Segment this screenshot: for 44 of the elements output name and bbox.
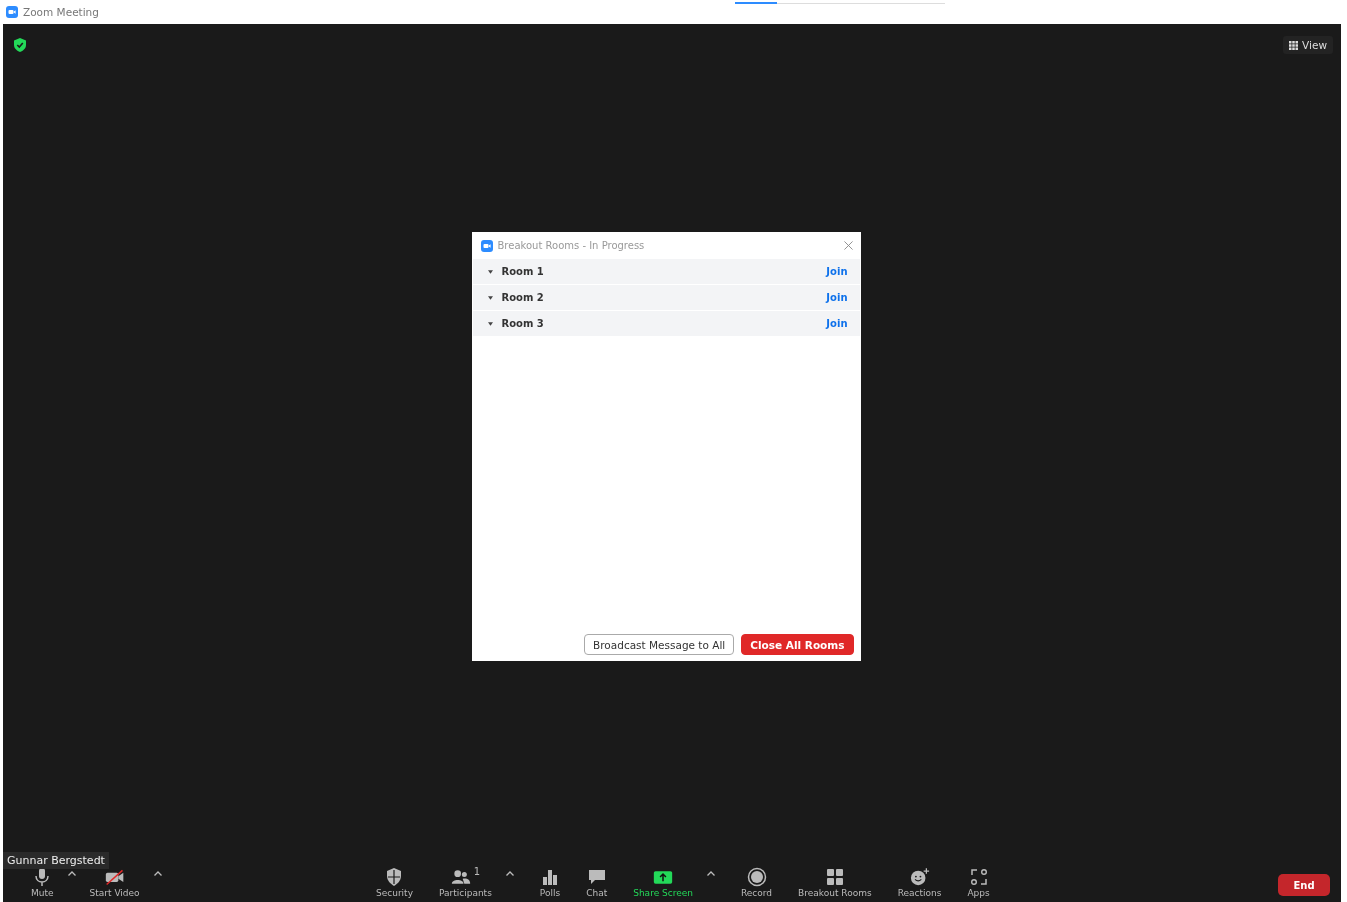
room-name: Room 2 — [501, 292, 545, 303]
grid-icon — [1289, 40, 1299, 50]
toolbar-button[interactable]: Reactions — [897, 866, 942, 898]
join-link[interactable]: Join — [826, 318, 848, 329]
broadcast-button[interactable]: Broadcast Message to All — [584, 634, 735, 655]
room-name: Room 3 — [501, 318, 545, 329]
caret-icon — [487, 321, 493, 326]
caret-icon — [487, 269, 493, 274]
toolbar-button[interactable]: Chat — [586, 866, 608, 898]
toolbar-button[interactable]: Start Video — [89, 866, 140, 898]
participant-name: Gunnar Bergstedt — [3, 852, 109, 869]
toolbar-button[interactable]: Breakout Rooms — [798, 866, 872, 898]
caret-up-icon[interactable] — [153, 871, 162, 876]
join-link[interactable]: Join — [826, 292, 848, 303]
window-title: Zoom Meeting — [23, 6, 99, 18]
shield-check-icon — [14, 38, 26, 52]
video-camera-icon — [480, 239, 493, 252]
close-icon[interactable] — [843, 241, 853, 250]
video-camera-icon — [6, 6, 18, 18]
toolbar-button[interactable]: Record — [741, 866, 773, 898]
four-squares-icon — [824, 866, 845, 887]
caret-up-icon[interactable] — [505, 871, 514, 876]
caret-icon — [487, 295, 493, 300]
toolbar-button[interactable]: Security — [376, 866, 413, 898]
toolbar-button[interactable]: Share Screen — [633, 866, 693, 898]
view-button[interactable]: View — [1283, 36, 1333, 54]
participant-count: 1 — [473, 866, 481, 877]
record-icon — [746, 866, 767, 887]
room-name: Room 1 — [501, 266, 545, 277]
caret-up-icon[interactable] — [707, 871, 715, 876]
caret-up-icon[interactable] — [67, 871, 76, 876]
toolbar-button[interactable]: 1 Participants — [438, 866, 492, 898]
room-row[interactable]: Room 1 Join — [472, 259, 860, 284]
apps-icon — [968, 866, 989, 887]
room-row[interactable]: Room 3 Join — [472, 311, 860, 336]
toolbar-button[interactable]: Polls — [539, 866, 561, 898]
room-row[interactable]: Room 2 Join — [472, 285, 860, 310]
join-link[interactable]: Join — [826, 266, 848, 277]
smiley-plus-icon — [909, 866, 930, 887]
toolbar-button[interactable]: Mute — [31, 866, 54, 898]
close-rooms-button[interactable]: Close All Rooms — [741, 634, 854, 655]
end-button[interactable]: End — [1278, 874, 1330, 896]
toolbar-button[interactable]: Apps — [967, 866, 990, 898]
dialog-title: Breakout Rooms - In Progress — [497, 240, 646, 251]
